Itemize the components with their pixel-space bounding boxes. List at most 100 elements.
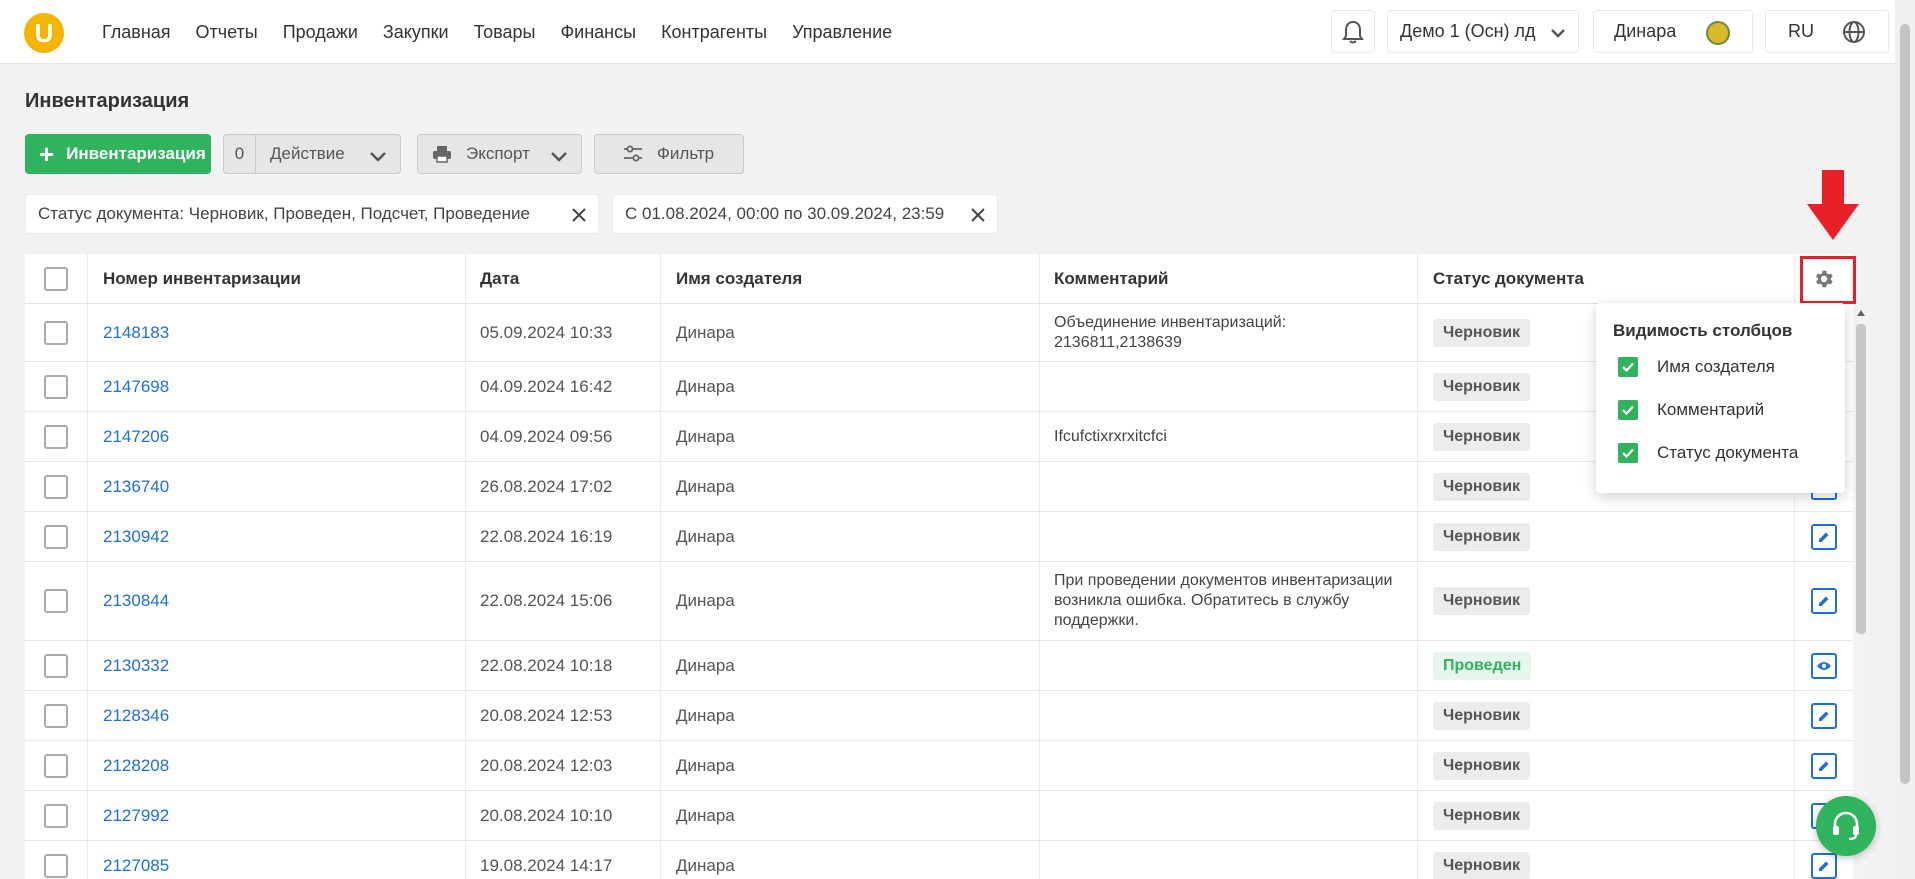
row-checkbox[interactable] [44,320,68,345]
scroll-up-arrow-icon[interactable] [1857,310,1865,316]
language-select[interactable]: RU [1765,10,1889,53]
column-header-creator[interactable]: Имя создателя [661,254,1040,303]
filter-button[interactable]: Фильтр [594,134,744,174]
nav-item-finance[interactable]: Финансы [560,22,636,43]
page-scrollbar[interactable] [1895,0,1915,879]
column-toggle-label: Комментарий [1657,400,1765,419]
column-toggle-label: Статус документа [1657,443,1799,462]
row-date: 19.08.2024 14:17 [466,841,661,879]
nav-item-sales[interactable]: Продажи [283,22,358,43]
inventory-number-link[interactable]: 2127085 [88,841,466,879]
chevron-down-icon [370,152,386,162]
row-comment [1040,841,1418,879]
row-date: 04.09.2024 16:42 [466,362,661,411]
row-comment: Объединение инвентаризаций: 2136811,2138… [1040,304,1418,361]
row-checkbox[interactable] [44,653,68,678]
export-dropdown[interactable]: Экспорт [417,134,582,174]
column-header-date[interactable]: Дата [466,254,661,303]
row-checkbox[interactable] [44,374,68,399]
row-comment [1040,512,1418,561]
notifications-button[interactable] [1331,10,1375,53]
bell-icon [1342,20,1364,43]
row-comment [1040,641,1418,690]
inventory-number-link[interactable]: 2130844 [88,562,466,640]
status-badge: Проведен [1433,651,1532,680]
row-checkbox[interactable] [44,803,68,828]
edit-icon [1819,761,1829,771]
inventory-number-link[interactable]: 2148183 [88,304,466,361]
column-toggle-comment[interactable]: Комментарий [1613,398,1828,422]
edit-button[interactable] [1811,588,1837,614]
row-date: 20.08.2024 12:53 [466,691,661,740]
row-checkbox[interactable] [44,753,68,778]
inventory-number-link[interactable]: 2147206 [88,412,466,461]
row-date: 22.08.2024 16:19 [466,512,661,561]
close-icon[interactable] [969,206,987,224]
nav-item-management[interactable]: Управление [792,22,892,43]
column-header-comment[interactable]: Комментарий [1040,254,1418,303]
column-toggle-status[interactable]: Статус документа [1613,441,1828,465]
nav-item-contractors[interactable]: Контрагенты [661,22,767,43]
add-inventory-button[interactable]: + Инвентаризация [25,134,211,174]
check-icon [1622,362,1634,373]
checkbox-checked[interactable] [1618,443,1638,463]
view-button[interactable] [1811,652,1837,679]
table-scrollbar[interactable] [1853,306,1869,879]
row-checkbox[interactable] [44,524,68,549]
table-row: 2127992 20.08.2024 10:10 Динара Черновик [25,791,1853,841]
edit-icon [1819,532,1829,542]
nav-item-reports[interactable]: Отчеты [196,22,258,43]
checkbox-checked[interactable] [1618,357,1638,377]
app-logo[interactable]: U [24,13,64,53]
page-scrollbar-thumb[interactable] [1900,24,1910,784]
nav-item-home[interactable]: Главная [102,22,171,43]
status-badge: Черновик [1433,587,1531,615]
close-icon[interactable] [570,206,588,224]
table-scrollbar-thumb[interactable] [1856,324,1866,634]
inventory-number-link[interactable]: 2128346 [88,691,466,740]
column-header-number[interactable]: Номер инвентаризации [88,254,466,303]
organization-select[interactable]: Демо 1 (Осн) лд [1387,10,1579,53]
column-header-status[interactable]: Статус документа [1418,254,1795,303]
table-row: 2130942 22.08.2024 16:19 Динара Черновик [25,512,1853,562]
status-badge: Черновик [1433,851,1531,879]
column-toggle-creator[interactable]: Имя создателя [1613,355,1828,379]
action-dropdown[interactable]: 0 Действие [223,134,401,174]
status-badge: Черновик [1433,372,1531,401]
row-comment [1040,362,1418,411]
edit-button[interactable] [1811,752,1837,779]
row-comment [1040,791,1418,840]
inventory-number-link[interactable]: 2147698 [88,362,466,411]
nav-item-goods[interactable]: Товары [474,22,536,43]
row-comment [1040,691,1418,740]
edit-button[interactable] [1811,852,1837,879]
edit-icon [1819,711,1829,721]
table-header: Номер инвентаризации Дата Имя создателя … [25,254,1856,304]
user-menu[interactable]: Динара [1593,10,1753,53]
row-creator: Динара [661,641,1040,690]
row-checkbox[interactable] [44,424,68,449]
support-chat-button[interactable] [1816,796,1876,856]
checkbox-checked[interactable] [1618,400,1638,420]
status-badge: Черновик [1433,422,1531,451]
table-row: 2130332 22.08.2024 10:18 Динара Проведен [25,641,1853,691]
edit-button[interactable] [1811,702,1837,729]
inventory-number-link[interactable]: 2127992 [88,791,466,840]
inventory-number-link[interactable]: 2130332 [88,641,466,690]
inventory-number-link[interactable]: 2130942 [88,512,466,561]
row-checkbox[interactable] [44,853,68,878]
select-all-checkbox[interactable] [44,266,68,291]
table-row: 2148183 05.09.2024 10:33 Динара Объединение… [25,304,1853,362]
row-checkbox[interactable] [44,703,68,728]
top-bar: U Главная Отчеты Продажи Закупки Товары … [0,0,1895,64]
inventory-number-link[interactable]: 2136740 [88,462,466,511]
edit-button[interactable] [1811,523,1837,550]
row-checkbox[interactable] [44,589,68,613]
main-nav: Главная Отчеты Продажи Закупки Товары Фи… [102,22,892,43]
row-creator: Динара [661,412,1040,461]
inventory-number-link[interactable]: 2128208 [88,741,466,790]
row-checkbox[interactable] [44,474,68,499]
sliders-icon [624,145,642,162]
row-comment: Ifcufctixrxrxitcfci [1040,412,1418,461]
nav-item-purchases[interactable]: Закупки [383,22,449,43]
